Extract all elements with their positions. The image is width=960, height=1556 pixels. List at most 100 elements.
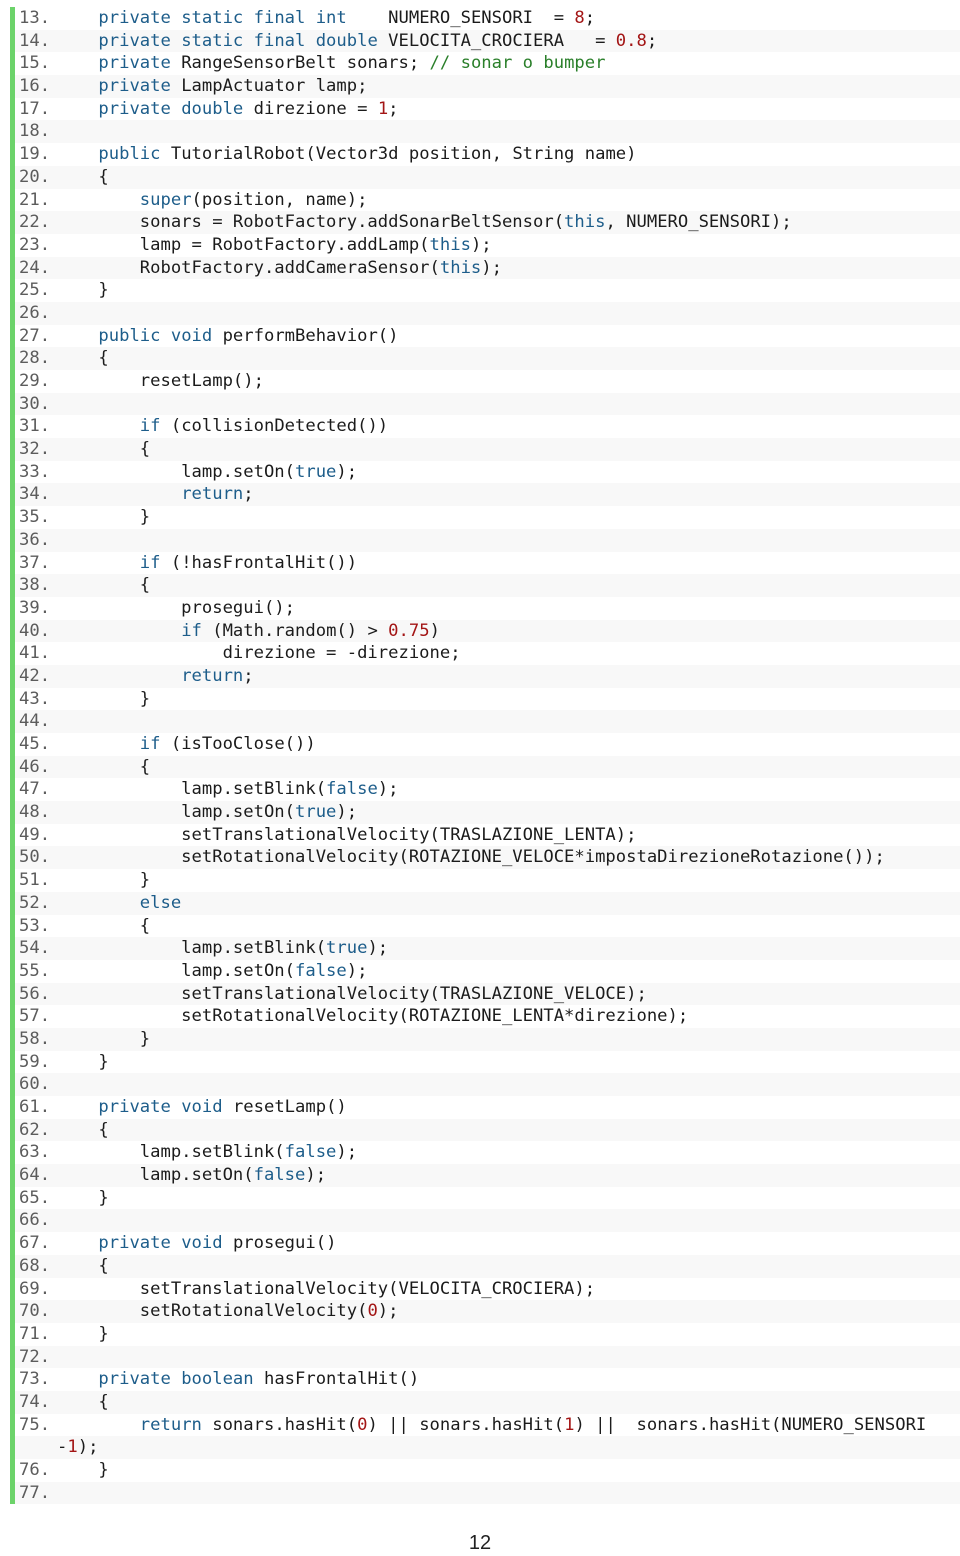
keyword-token: private xyxy=(98,76,171,97)
code-token: setRotationalVelocity(ROTAZIONE_LENTA*di… xyxy=(57,1006,689,1027)
code-line: 13. private static final int NUMERO_SENS… xyxy=(15,7,960,30)
code-token: direzione = xyxy=(243,98,378,119)
code-token: prosegui(); xyxy=(57,597,295,618)
line-number: 27. xyxy=(19,325,51,346)
code-token: { xyxy=(57,1255,109,1276)
code-text: private static final int NUMERO_SENSORI … xyxy=(57,7,595,30)
code-token: performBehavior() xyxy=(212,325,399,346)
line-number: 74. xyxy=(19,1391,51,1412)
code-text: if (!hasFrontalHit()) xyxy=(57,552,357,575)
code-text: public TutorialRobot(Vector3d position, … xyxy=(57,143,636,166)
code-text: if (collisionDetected()) xyxy=(57,415,388,438)
line-number: 72. xyxy=(19,1346,51,1367)
code-line: 72. xyxy=(15,1345,960,1369)
code-token: } xyxy=(57,870,151,891)
line-number: 42. xyxy=(19,665,51,686)
code-line: 67. private void prosegui() xyxy=(15,1232,960,1255)
keyword-token: if xyxy=(139,734,161,754)
code-token: { xyxy=(57,1391,109,1412)
code-token: } xyxy=(57,1460,109,1480)
code-line: 18. xyxy=(15,120,960,144)
line-number: 39. xyxy=(19,597,51,618)
comment-token: // sonar o bumper xyxy=(429,53,606,74)
line-number: 40. xyxy=(19,620,51,641)
number-literal: 1 xyxy=(377,98,389,119)
code-token: resetLamp() xyxy=(222,1097,347,1117)
code-line: 33. lamp.setOn(true); xyxy=(15,460,960,484)
keyword-token: return xyxy=(139,1414,202,1435)
code-text: lamp.setOn(false); xyxy=(57,960,367,983)
code-line: 14. private static final double VELOCITA… xyxy=(15,29,960,53)
code-token: } xyxy=(57,1028,151,1049)
code-text: lamp.setOn(true); xyxy=(57,461,357,484)
line-number: 36. xyxy=(19,529,51,550)
code-text: RobotFactory.addCameraSensor(this); xyxy=(57,257,502,280)
keyword-token: true xyxy=(295,461,337,482)
line-number: 57. xyxy=(19,1006,51,1027)
code-token: ); xyxy=(481,257,502,278)
code-token: { xyxy=(57,756,151,777)
line-number: 38. xyxy=(19,575,51,596)
code-text: super(position, name); xyxy=(57,189,368,212)
code-token: , NUMERO_SENSORI); xyxy=(605,212,792,233)
code-line: 41. direzione = -direzione; xyxy=(15,642,960,665)
code-text: setTranslationalVelocity(TRASLAZIONE_VEL… xyxy=(57,983,647,1006)
code-text: { xyxy=(57,915,150,938)
code-line: 74. { xyxy=(15,1390,960,1414)
code-line: 17. private double direzione = 1; xyxy=(15,97,960,121)
line-number: 50. xyxy=(19,847,51,868)
code-token: ); xyxy=(305,1165,327,1186)
line-number: 52. xyxy=(19,892,51,913)
code-token: lamp.setOn( xyxy=(57,461,295,482)
code-line: 34. return; xyxy=(15,483,960,507)
code-token: setRotationalVelocity(ROTAZIONE_VELOCE*i… xyxy=(57,847,885,868)
line-number: 41. xyxy=(19,643,51,664)
code-line: 42. return; xyxy=(15,664,960,688)
code-line: 36. xyxy=(15,528,960,552)
code-line: 55. lamp.setOn(false); xyxy=(15,959,960,983)
code-token: } xyxy=(57,1051,109,1072)
code-text: if (isTooClose()) xyxy=(57,733,316,756)
keyword-token: false xyxy=(284,1142,337,1163)
code-line: 62. { xyxy=(15,1118,960,1142)
line-number: 37. xyxy=(19,552,51,573)
code-token: { xyxy=(57,166,109,187)
code-token: setTranslationalVelocity(TRASLAZIONE_LEN… xyxy=(57,824,637,845)
code-token: ; xyxy=(243,484,254,505)
code-token: (collisionDetected()) xyxy=(160,416,389,437)
keyword-token: return xyxy=(181,665,244,686)
code-line: 53. { xyxy=(15,914,960,938)
keyword-token: if xyxy=(139,552,161,573)
line-number: 51. xyxy=(19,870,51,891)
code-token: LampActuator lamp; xyxy=(170,76,368,97)
line-number: 55. xyxy=(19,960,51,981)
keyword-token: private static final double xyxy=(98,30,378,51)
line-number: 56. xyxy=(19,983,51,1004)
code-line: 46. { xyxy=(15,755,960,779)
code-line: 45. if (isTooClose()) xyxy=(15,733,960,756)
code-line: 71. } xyxy=(15,1322,960,1346)
code-text: sonars = RobotFactory.addSonarBeltSensor… xyxy=(57,211,792,234)
code-token: } xyxy=(57,1323,109,1344)
code-text: lamp.setBlink(false); xyxy=(57,1141,357,1164)
code-token: { xyxy=(57,575,151,596)
code-line: 57. setRotationalVelocity(ROTAZIONE_LENT… xyxy=(15,1005,960,1028)
code-text: } xyxy=(57,279,108,302)
keyword-token: super xyxy=(139,189,192,210)
code-line: 27. public void performBehavior() xyxy=(15,324,960,348)
code-text: private static final double VELOCITA_CRO… xyxy=(57,30,657,53)
code-text: } xyxy=(57,688,150,711)
code-line: 22. sonars = RobotFactory.addSonarBeltSe… xyxy=(15,211,960,234)
keyword-token: private xyxy=(98,53,171,74)
keyword-token: this xyxy=(564,212,606,233)
code-line: 38. { xyxy=(15,574,960,597)
code-token: lamp.setOn( xyxy=(57,960,295,981)
code-line: 66. xyxy=(15,1209,960,1233)
code-token: hasFrontalHit() xyxy=(253,1369,420,1390)
code-token: ; xyxy=(388,98,399,119)
line-number: 17. xyxy=(19,98,51,119)
code-text: setTranslationalVelocity(TRASLAZIONE_LEN… xyxy=(57,824,636,847)
keyword-token: private static final int xyxy=(98,8,347,28)
